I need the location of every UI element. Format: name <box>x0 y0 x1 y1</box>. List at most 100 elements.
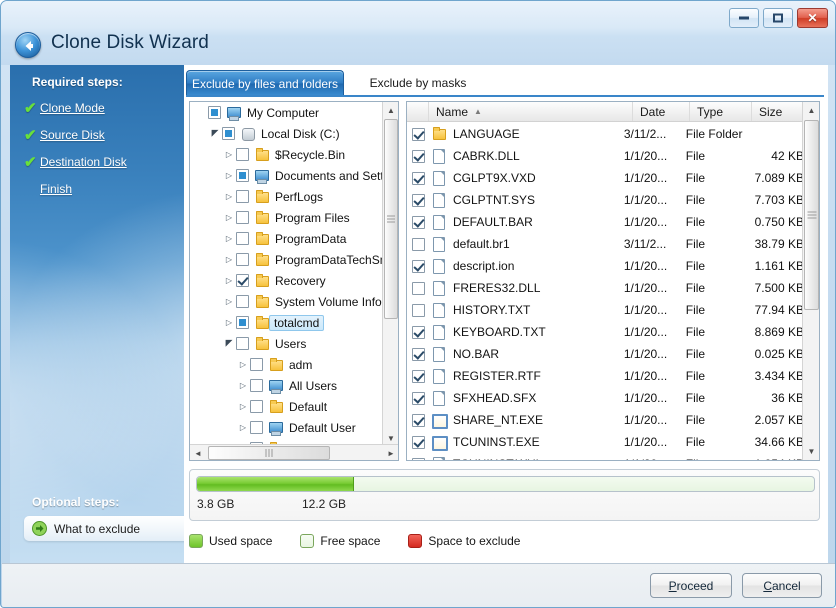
column-header-size[interactable]: Size <box>752 102 807 121</box>
tree-node[interactable]: ▷Documents and Settings <box>190 165 383 186</box>
checkbox[interactable] <box>412 282 425 295</box>
tree-node[interactable]: ▷System Volume Information <box>190 291 383 312</box>
column-header-type[interactable]: Type <box>690 102 752 121</box>
close-button[interactable]: ✕ <box>797 8 828 28</box>
chevron-right-icon[interactable]: ▷ <box>222 298 236 306</box>
checkbox[interactable] <box>236 295 249 308</box>
tree-node[interactable]: ▷All Users <box>190 375 383 396</box>
file-list-vertical-scrollbar[interactable]: ▲ ▼ <box>802 102 819 460</box>
tree-node[interactable]: ◢Users <box>190 333 383 354</box>
cancel-button[interactable]: Cancel <box>742 573 822 598</box>
sidebar-item-what-to-exclude[interactable]: What to exclude <box>24 516 188 541</box>
table-row[interactable]: HISTORY.TXT1/1/20...File77.94 KB <box>407 299 804 321</box>
checkbox[interactable] <box>236 148 249 161</box>
tree-horizontal-scrollbar[interactable]: ◄ ► <box>190 444 399 460</box>
checkbox[interactable] <box>250 421 263 434</box>
checkbox[interactable] <box>250 379 263 392</box>
chevron-right-icon[interactable]: ▷ <box>236 361 250 369</box>
tree-vertical-scrollbar[interactable]: ▲ ▼ <box>382 102 398 446</box>
checkbox[interactable] <box>250 358 263 371</box>
chevron-right-icon[interactable]: ▷ <box>222 193 236 201</box>
table-row[interactable]: CABRK.DLL1/1/20...File42 KB <box>407 145 804 167</box>
column-header-check[interactable] <box>407 102 429 121</box>
tree-node[interactable]: ▷totalcmd <box>190 312 383 333</box>
column-header-date[interactable]: Date <box>633 102 690 121</box>
tree-node[interactable]: ▷adm <box>190 354 383 375</box>
tree-scroll-left-icon[interactable]: ◄ <box>190 445 206 461</box>
chevron-right-icon[interactable]: ▷ <box>222 256 236 264</box>
checkbox[interactable] <box>222 127 235 140</box>
tree-node[interactable]: ◢Local Disk (C:) <box>190 123 383 144</box>
chevron-right-icon[interactable]: ▷ <box>222 235 236 243</box>
checkbox[interactable] <box>412 392 425 405</box>
checkbox[interactable] <box>412 238 425 251</box>
checkbox[interactable] <box>412 436 425 449</box>
maximize-button[interactable] <box>763 8 793 28</box>
checkbox[interactable] <box>250 400 263 413</box>
checkbox[interactable] <box>412 348 425 361</box>
chevron-right-icon[interactable]: ▷ <box>236 382 250 390</box>
checkbox[interactable] <box>236 316 249 329</box>
checkbox[interactable] <box>412 370 425 383</box>
tab-exclude-by-files-and-folders[interactable]: Exclude by files and folders <box>186 70 344 96</box>
tree-node[interactable]: ▷$Recycle.Bin <box>190 144 383 165</box>
tree-node[interactable]: ▷ProgramData <box>190 228 383 249</box>
checkbox[interactable] <box>412 414 425 427</box>
table-row[interactable]: FRERES32.DLL1/1/20...File7.500 KB <box>407 277 804 299</box>
checkbox[interactable] <box>236 211 249 224</box>
minimize-button[interactable] <box>729 8 759 28</box>
checkbox[interactable] <box>236 232 249 245</box>
table-row[interactable]: descript.ion1/1/20...File1.161 KB <box>407 255 804 277</box>
table-row[interactable]: NO.BAR1/1/20...File0.025 KB <box>407 343 804 365</box>
checkbox[interactable] <box>412 150 425 163</box>
back-arrow-icon[interactable] <box>15 32 41 58</box>
tree-scroll-right-icon[interactable]: ► <box>383 445 399 461</box>
sidebar-step-finish[interactable]: Finish <box>24 179 72 199</box>
sidebar-step-clone-mode[interactable]: ✔Clone Mode <box>24 98 105 118</box>
chevron-right-icon[interactable]: ▷ <box>222 319 236 327</box>
checkbox[interactable] <box>412 260 425 273</box>
tree-node[interactable]: ▷Default <box>190 396 383 417</box>
table-row[interactable]: CGLPTNT.SYS1/1/20...File7.703 KB <box>407 189 804 211</box>
list-scroll-down-icon[interactable]: ▼ <box>803 443 820 459</box>
chevron-right-icon[interactable]: ▷ <box>222 214 236 222</box>
chevron-right-icon[interactable]: ▷ <box>222 172 236 180</box>
chevron-right-icon[interactable]: ▷ <box>236 403 250 411</box>
checkbox[interactable] <box>236 190 249 203</box>
table-row[interactable]: CGLPT9X.VXD1/1/20...File7.089 KB <box>407 167 804 189</box>
chevron-right-icon[interactable]: ▷ <box>222 151 236 159</box>
folder-tree[interactable]: My Computer◢Local Disk (C:)▷$Recycle.Bin… <box>190 102 383 446</box>
tree-scroll-up-icon[interactable]: ▲ <box>383 102 399 118</box>
tree-hscroll-thumb[interactable] <box>208 446 330 460</box>
tree-node[interactable]: ▷Default User <box>190 417 383 438</box>
checkbox[interactable] <box>412 326 425 339</box>
sidebar-step-source-disk[interactable]: ✔Source Disk <box>24 125 105 145</box>
table-row[interactable]: LANGUAGE3/11/2...File Folder <box>407 123 804 145</box>
chevron-right-icon[interactable]: ▷ <box>236 424 250 432</box>
checkbox[interactable] <box>236 337 249 350</box>
list-scroll-thumb[interactable] <box>804 120 819 310</box>
checkbox[interactable] <box>208 106 221 119</box>
sidebar-step-destination-disk[interactable]: ✔Destination Disk <box>24 152 127 172</box>
tree-node[interactable]: ▷ProgramDataTechSmith <box>190 249 383 270</box>
table-row[interactable]: DEFAULT.BAR1/1/20...File0.750 KB <box>407 211 804 233</box>
tree-node[interactable]: ▷PerfLogs <box>190 186 383 207</box>
table-row[interactable]: SFXHEAD.SFX1/1/20...File36 KB <box>407 387 804 409</box>
checkbox[interactable] <box>412 128 425 141</box>
chevron-right-icon[interactable]: ▷ <box>222 277 236 285</box>
table-row[interactable]: TCUNINST.EXE1/1/20...File34.66 KB <box>407 431 804 453</box>
table-row[interactable]: default.br13/11/2...File38.79 KB <box>407 233 804 255</box>
chevron-down-icon[interactable]: ◢ <box>222 339 236 348</box>
checkbox[interactable] <box>412 172 425 185</box>
tree-node[interactable]: ▷Program Files <box>190 207 383 228</box>
checkbox[interactable] <box>412 304 425 317</box>
table-row[interactable]: TCUNINST.WUL1/1/20...File1.054 KB <box>407 453 804 461</box>
tab-exclude-by-masks[interactable]: Exclude by masks <box>348 70 488 96</box>
table-row[interactable]: KEYBOARD.TXT1/1/20...File8.869 KB <box>407 321 804 343</box>
tree-scroll-thumb[interactable] <box>384 119 398 319</box>
chevron-down-icon[interactable]: ◢ <box>208 129 222 138</box>
checkbox[interactable] <box>412 216 425 229</box>
column-header-name[interactable]: Name ▲ <box>429 102 633 121</box>
table-row[interactable]: REGISTER.RTF1/1/20...File3.434 KB <box>407 365 804 387</box>
proceed-button[interactable]: Proceed <box>650 573 732 598</box>
